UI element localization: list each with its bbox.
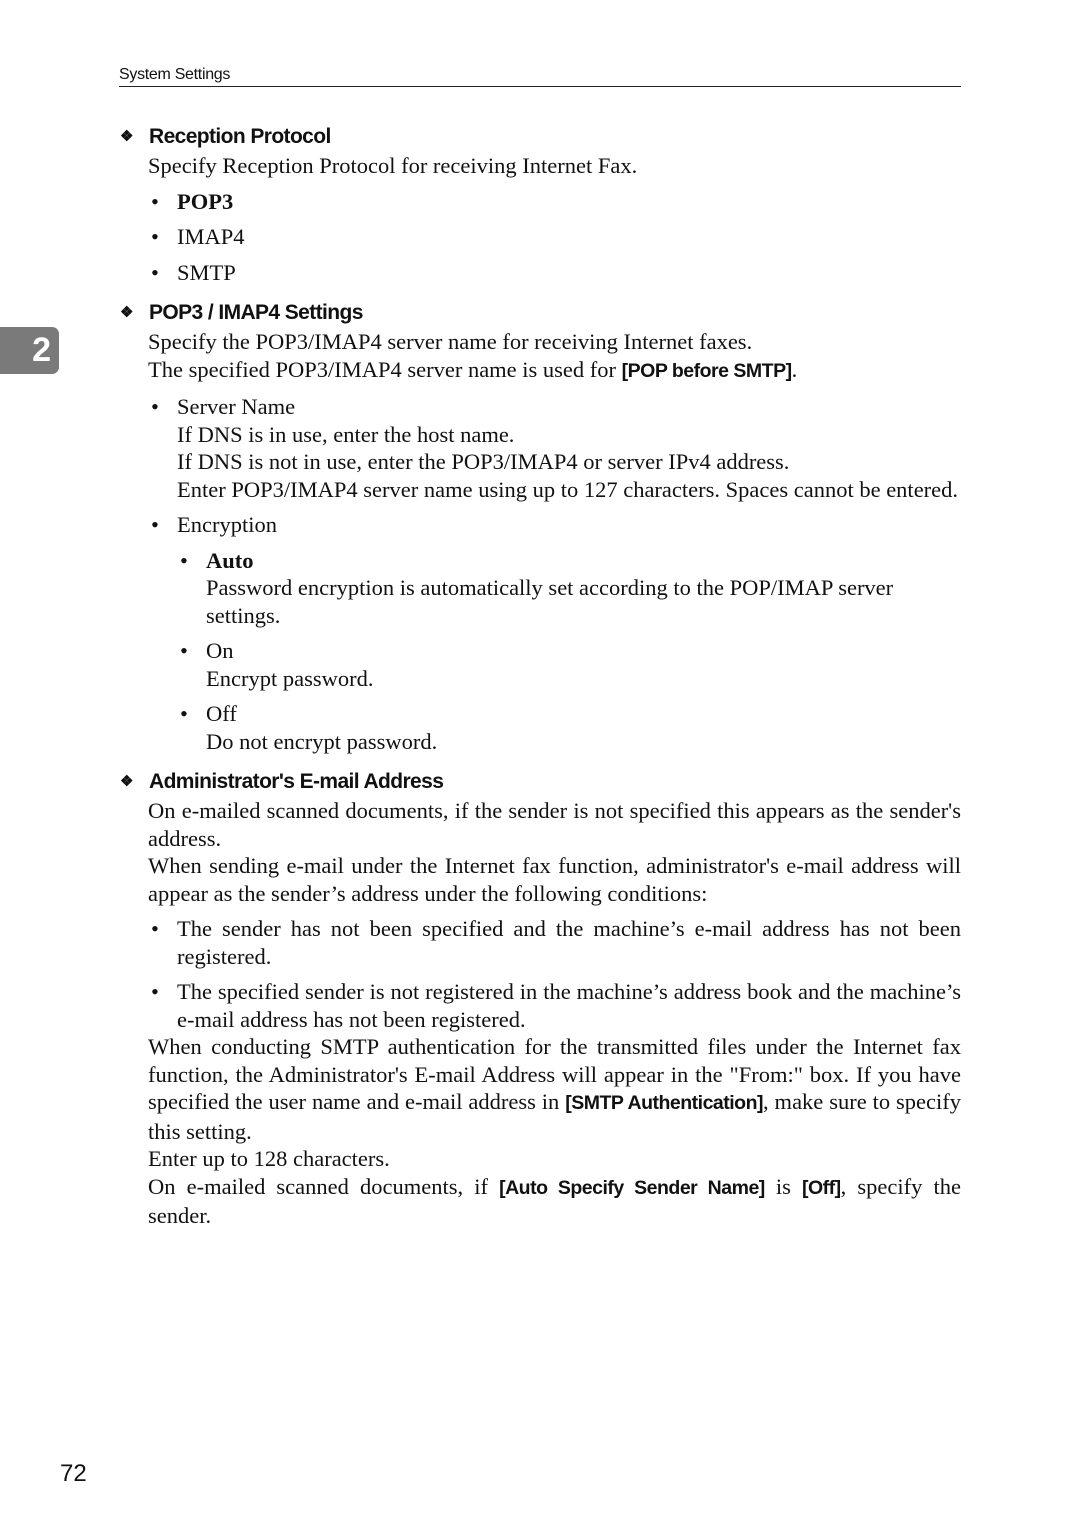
option-label: Off <box>206 701 237 726</box>
encryption-option-on: • On Encrypt password. <box>177 637 961 692</box>
encryption-option-auto: • Auto Password encryption is automatica… <box>177 547 961 630</box>
section-pop3-imap4-settings: ❖ POP3 / IMAP4 Settings Specify the POP3… <box>119 298 961 755</box>
paragraph: When sending e-mail under the Internet f… <box>148 853 961 906</box>
diamond-cluster-icon: ❖ <box>120 773 133 790</box>
bullet-icon: • <box>180 701 188 726</box>
bullet-icon: • <box>180 638 188 663</box>
bullet-icon: • <box>151 224 159 249</box>
bullet-icon: • <box>180 547 188 573</box>
section-heading: ❖ Reception Protocol <box>119 122 961 152</box>
diamond-cluster-icon: ❖ <box>120 128 133 145</box>
section-reception-protocol: ❖ Reception Protocol Specify Reception P… <box>119 122 961 286</box>
page-number: 72 <box>60 1460 87 1487</box>
item-detail: If DNS is not in use, enter the POP3/IMA… <box>177 449 790 474</box>
option-description: Encrypt password. <box>206 665 374 691</box>
paragraph: When conducting SMTP authentication for … <box>148 1033 961 1145</box>
description-line: Specify the POP3/IMAP4 server name for r… <box>148 329 753 354</box>
text: The specified POP3/IMAP4 server name is … <box>148 356 622 382</box>
paragraph: Enter up to 128 characters. <box>148 1146 390 1171</box>
setting-reference: [Auto Specify Sender Name] <box>499 1176 765 1199</box>
condition-text: The sender has not been specified and th… <box>177 916 961 969</box>
page-content: ❖ Reception Protocol Specify Reception P… <box>119 122 961 1230</box>
paragraph: On e-mailed scanned documents, if [Auto … <box>148 1173 961 1230</box>
section-heading: ❖ POP3 / IMAP4 Settings <box>119 298 961 328</box>
bullet-icon: • <box>151 512 159 537</box>
option-label: IMAP4 <box>177 224 245 249</box>
option-pop3: • POP3 <box>148 188 961 216</box>
option-description: Password encryption is automatically set… <box>206 575 894 628</box>
section-title: Administrator's E-mail Address <box>149 770 444 793</box>
option-smtp: • SMTP <box>148 259 961 287</box>
setting-items: • Server Name If DNS is in use, enter th… <box>148 393 961 755</box>
condition-text: The specified sender is not registered i… <box>177 979 961 1032</box>
option-imap4: • IMAP4 <box>148 223 961 251</box>
text: is <box>764 1173 803 1199</box>
section-admin-email-address: ❖ Administrator's E-mail Address On e-ma… <box>119 767 961 1230</box>
paragraph: On e-mailed scanned documents, if the se… <box>148 798 961 851</box>
bullet-icon: • <box>151 188 159 214</box>
condition-list: • The sender has not been specified and t… <box>148 915 961 1033</box>
bullet-icon: • <box>151 979 159 1004</box>
section-description: Specify Reception Protocol for receiving… <box>148 153 638 178</box>
option-label-default: Auto <box>206 547 254 573</box>
item-label: Server Name <box>177 394 296 419</box>
item-server-name: • Server Name If DNS is in use, enter th… <box>148 393 961 503</box>
item-encryption: • Encryption • Auto Password encryption … <box>148 511 961 755</box>
running-header: System Settings <box>119 66 961 87</box>
description-line: The specified POP3/IMAP4 server name is … <box>148 356 961 386</box>
option-label: On <box>206 638 234 663</box>
setting-reference: [POP before SMTP] <box>621 359 792 382</box>
section-heading: ❖ Administrator's E-mail Address <box>119 767 961 797</box>
setting-reference: [Off] <box>802 1176 841 1199</box>
protocol-options: • POP3 • IMAP4 • SMTP <box>148 188 961 287</box>
encryption-options: • Auto Password encryption is automatica… <box>177 547 961 756</box>
section-title: POP3 / IMAP4 Settings <box>149 301 363 324</box>
encryption-option-off: • Off Do not encrypt password. <box>177 700 961 755</box>
option-label-default: POP3 <box>177 188 234 214</box>
bullet-icon: • <box>151 916 159 941</box>
setting-reference: [SMTP Authentication] <box>565 1092 764 1114</box>
text: . <box>791 356 798 382</box>
item-detail: Enter POP3/IMAP4 server name using up to… <box>177 476 959 502</box>
chapter-tab: 2 <box>0 327 59 374</box>
option-label: SMTP <box>177 259 236 285</box>
text: On e-mailed scanned documents, if <box>148 1173 500 1199</box>
bullet-icon: • <box>151 259 159 285</box>
condition-item: • The specified sender is not registered … <box>148 978 961 1033</box>
item-label: Encryption <box>177 512 277 537</box>
item-detail: If DNS is in use, enter the host name. <box>177 421 515 447</box>
condition-item: • The sender has not been specified and t… <box>148 915 961 970</box>
diamond-cluster-icon: ❖ <box>120 304 133 321</box>
option-description: Do not encrypt password. <box>206 728 438 754</box>
section-title: Reception Protocol <box>149 125 331 148</box>
bullet-icon: • <box>151 394 159 419</box>
